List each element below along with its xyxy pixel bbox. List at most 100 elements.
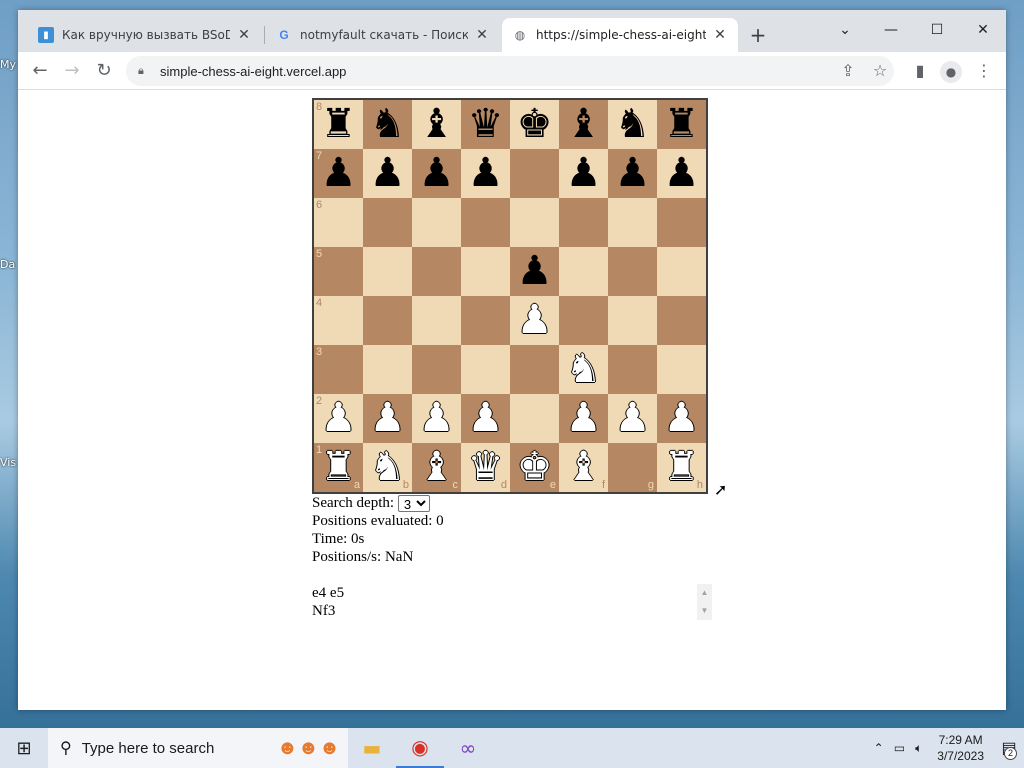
- square-e8[interactable]: ♚: [510, 100, 559, 149]
- chevron-up-icon[interactable]: ⌃: [874, 741, 884, 755]
- lock-icon[interactable]: 🔒︎: [138, 65, 152, 78]
- square-c7[interactable]: ♟: [412, 149, 461, 198]
- square-e1[interactable]: e ♚: [510, 443, 559, 492]
- black-pawn-icon[interactable]: ♟: [468, 149, 504, 198]
- black-king-icon[interactable]: ♚: [517, 100, 553, 149]
- square-g7[interactable]: ♟: [608, 149, 657, 198]
- square-d8[interactable]: ♛: [461, 100, 510, 149]
- square-b7[interactable]: ♟: [363, 149, 412, 198]
- white-queen-icon[interactable]: ♛: [468, 443, 504, 492]
- black-bishop-icon[interactable]: ♝: [419, 100, 455, 149]
- square-b3[interactable]: [363, 345, 412, 394]
- black-bishop-icon[interactable]: ♝: [566, 100, 602, 149]
- square-b5[interactable]: [363, 247, 412, 296]
- black-pawn-icon[interactable]: ♟: [321, 149, 357, 198]
- square-h7[interactable]: ♟: [657, 149, 706, 198]
- square-a1[interactable]: 1 a ♜: [314, 443, 363, 492]
- file-explorer-icon[interactable]: ▬: [348, 728, 396, 768]
- square-f3[interactable]: ♞: [559, 345, 608, 394]
- search-depth-select[interactable]: 3: [397, 495, 430, 513]
- square-f8[interactable]: ♝: [559, 100, 608, 149]
- tab-bsod[interactable]: ▮ Как вручную вызвать BSoD (си ✕: [28, 18, 262, 52]
- square-g3[interactable]: [608, 345, 657, 394]
- square-a7[interactable]: 7 ♟: [314, 149, 363, 198]
- square-b8[interactable]: ♞: [363, 100, 412, 149]
- square-d3[interactable]: [461, 345, 510, 394]
- white-bishop-icon[interactable]: ♝: [419, 443, 455, 492]
- square-h1[interactable]: h ♜: [657, 443, 706, 492]
- desktop-icon-label[interactable]: Vis: [0, 456, 16, 469]
- black-pawn-icon[interactable]: ♟: [566, 149, 602, 198]
- volume-icon[interactable]: 🔈︎: [915, 741, 922, 756]
- black-knight-icon[interactable]: ♞: [370, 100, 406, 149]
- black-rook-icon[interactable]: ♜: [664, 100, 700, 149]
- square-h2[interactable]: ♟: [657, 394, 706, 443]
- black-pawn-icon[interactable]: ♟: [370, 149, 406, 198]
- square-h8[interactable]: ♜: [657, 100, 706, 149]
- visual-studio-icon[interactable]: ∞: [444, 728, 492, 768]
- square-a5[interactable]: 5: [314, 247, 363, 296]
- square-d4[interactable]: [461, 296, 510, 345]
- square-c4[interactable]: [412, 296, 461, 345]
- white-pawn-icon[interactable]: ♟: [419, 394, 455, 443]
- square-b1[interactable]: b ♞: [363, 443, 412, 492]
- square-g2[interactable]: ♟: [608, 394, 657, 443]
- square-g4[interactable]: [608, 296, 657, 345]
- notification-icon[interactable]: ▤2: [994, 728, 1024, 768]
- square-e4[interactable]: ♟: [510, 296, 559, 345]
- black-queen-icon[interactable]: ♛: [468, 100, 504, 149]
- square-g6[interactable]: [608, 198, 657, 247]
- square-g1[interactable]: g: [608, 443, 657, 492]
- white-rook-icon[interactable]: ♜: [664, 443, 700, 492]
- move-history-scrollbar[interactable]: ▲ ▼: [697, 584, 712, 621]
- taskbar-search[interactable]: ⚲ Type here to search ☻☻☻: [48, 728, 348, 768]
- square-c2[interactable]: ♟: [412, 394, 461, 443]
- white-bishop-icon[interactable]: ♝: [566, 443, 602, 492]
- white-king-icon[interactable]: ♚: [517, 443, 553, 492]
- chevron-down-icon[interactable]: ⌄: [822, 16, 868, 44]
- square-a6[interactable]: 6: [314, 198, 363, 247]
- square-c1[interactable]: c ♝: [412, 443, 461, 492]
- square-h4[interactable]: [657, 296, 706, 345]
- square-d6[interactable]: [461, 198, 510, 247]
- square-b6[interactable]: [363, 198, 412, 247]
- white-pawn-icon[interactable]: ♟: [468, 394, 504, 443]
- square-a8[interactable]: 8 ♜: [314, 100, 363, 149]
- back-button[interactable]: ←: [26, 57, 54, 85]
- desktop-icon-label[interactable]: Da: [0, 258, 15, 271]
- square-c6[interactable]: [412, 198, 461, 247]
- square-c5[interactable]: [412, 247, 461, 296]
- white-pawn-icon[interactable]: ♟: [566, 394, 602, 443]
- square-d1[interactable]: d ♛: [461, 443, 510, 492]
- black-pawn-icon[interactable]: ♟: [664, 149, 700, 198]
- square-e7[interactable]: [510, 149, 559, 198]
- maximize-button[interactable]: ☐: [914, 16, 960, 44]
- square-e2[interactable]: [510, 394, 559, 443]
- network-icon[interactable]: ▭: [894, 741, 905, 755]
- new-tab-button[interactable]: +: [746, 24, 770, 48]
- square-c8[interactable]: ♝: [412, 100, 461, 149]
- black-knight-icon[interactable]: ♞: [615, 100, 651, 149]
- minimize-button[interactable]: —: [868, 16, 914, 44]
- desktop-icon-label[interactable]: My: [0, 58, 16, 71]
- square-h3[interactable]: [657, 345, 706, 394]
- white-knight-icon[interactable]: ♞: [370, 443, 406, 492]
- black-rook-icon[interactable]: ♜: [321, 100, 357, 149]
- white-pawn-icon[interactable]: ♟: [321, 394, 357, 443]
- square-f1[interactable]: f ♝: [559, 443, 608, 492]
- side-panel-icon[interactable]: ▮: [906, 57, 934, 85]
- white-knight-icon[interactable]: ♞: [566, 345, 602, 394]
- square-e6[interactable]: [510, 198, 559, 247]
- square-d7[interactable]: ♟: [461, 149, 510, 198]
- chess-board[interactable]: 8 ♜ ♞ ♝ ♛ ♚ ♝ ♞ ♜ 7 ♟ ♟ ♟ ♟ ♟ ♟ ♟ 6 5 ♟ 4 ♟ 3 ♞ 2 ♟ ♟ ♟ ♟ ♟ ♟ ♟ 1 a ♜ b ♞ c ♝ d…: [312, 98, 708, 494]
- square-h5[interactable]: [657, 247, 706, 296]
- menu-kebab-icon[interactable]: ⋮: [970, 57, 998, 85]
- close-icon[interactable]: ✕: [712, 27, 728, 43]
- address-bar[interactable]: 🔒︎ simple-chess-ai-eight.vercel.app: [126, 56, 894, 86]
- reload-button[interactable]: ↻: [90, 57, 118, 85]
- profile-avatar[interactable]: ●: [940, 61, 962, 83]
- square-d2[interactable]: ♟: [461, 394, 510, 443]
- tab-chess-ai[interactable]: ◍ https://simple-chess-ai-eight.verc ✕: [502, 18, 738, 52]
- clock[interactable]: 7:29 AM 3/7/2023: [937, 732, 984, 764]
- square-f4[interactable]: [559, 296, 608, 345]
